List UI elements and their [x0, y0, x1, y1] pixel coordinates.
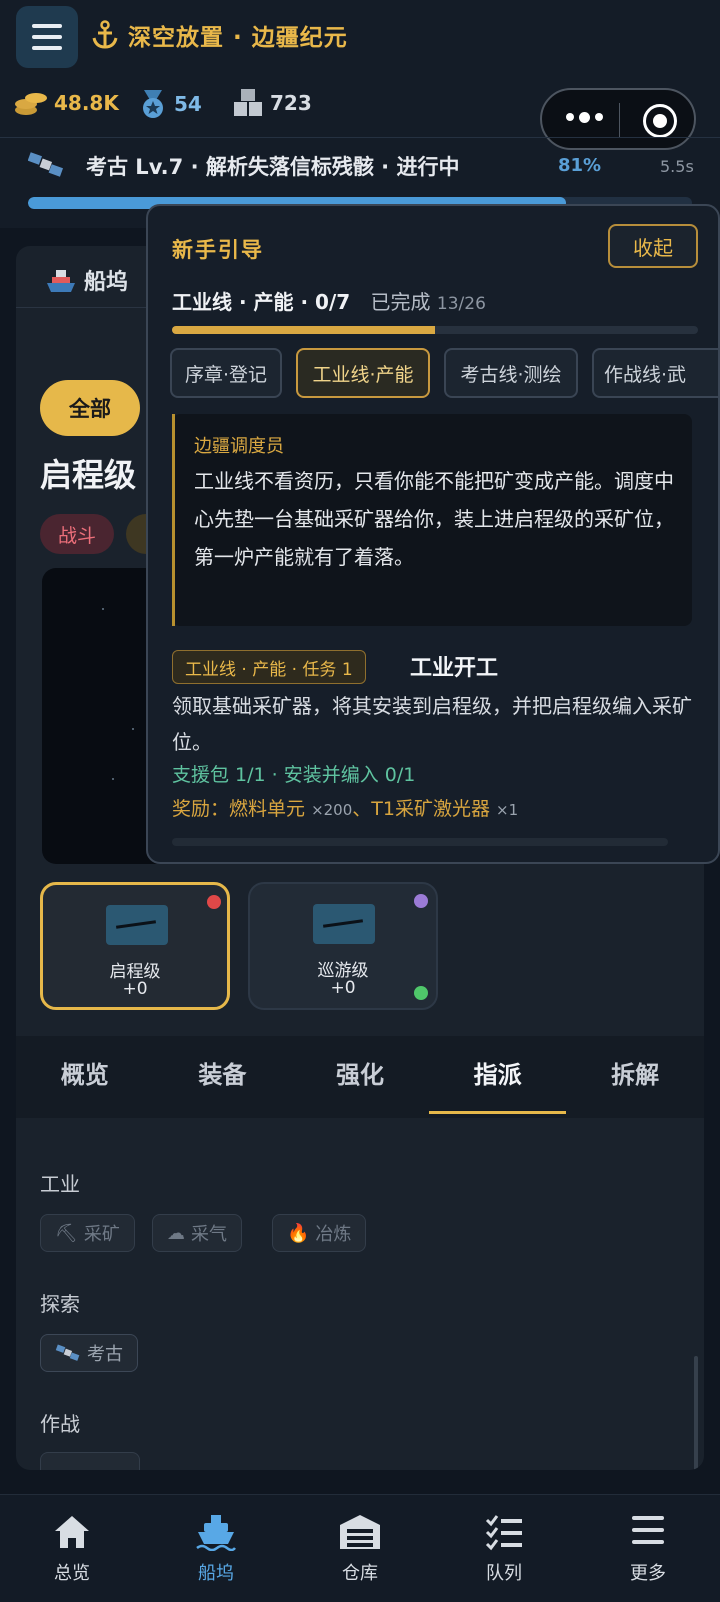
- chip-combat[interactable]: [40, 1452, 140, 1470]
- crates-resource: 723: [232, 88, 312, 118]
- nav-warehouse[interactable]: 仓库: [288, 1495, 432, 1602]
- status-dot: [414, 986, 428, 1000]
- guide-tab-prologue[interactable]: 序章·登记: [170, 348, 282, 398]
- quest-description: 领取基础采矿器，将其安装到启程级，并把启程级编入采矿位。: [172, 694, 692, 754]
- anchor-icon: [92, 20, 118, 49]
- guide-tab-combat[interactable]: 作战线·武: [592, 348, 718, 398]
- medal-resource: 54: [138, 88, 202, 120]
- coins-resource: 48.8K: [14, 88, 119, 118]
- dock-title: 船坞: [84, 270, 129, 295]
- task-time: 5.5s: [660, 157, 694, 176]
- ship-card-xunyou[interactable]: 巡游级 +0: [248, 882, 438, 1010]
- section-combat-label: 作战: [40, 1412, 80, 1436]
- medal-value: 54: [174, 92, 202, 116]
- guide-line-status: 工业线 · 产能 · 0/7 已完成 13/26: [172, 286, 486, 315]
- filter-all-button[interactable]: 全部: [40, 380, 140, 436]
- home-icon: [55, 1516, 89, 1548]
- nav-dock[interactable]: 船坞: [144, 1495, 288, 1602]
- guide-title: 新手引导: [172, 238, 264, 262]
- fire-icon: 🔥: [287, 1222, 310, 1244]
- crates-value: 723: [270, 91, 312, 115]
- coins-value: 48.8K: [54, 91, 119, 115]
- nav-overview[interactable]: 总览: [0, 1495, 144, 1602]
- menu-button[interactable]: [16, 6, 78, 68]
- collapse-button[interactable]: 收起: [608, 224, 698, 268]
- ship-card-level: +0: [122, 979, 148, 999]
- guide-tab-industry[interactable]: 工业线·产能: [296, 348, 430, 398]
- more-icon: [632, 1516, 664, 1544]
- cloud-icon: ☁: [167, 1222, 185, 1244]
- queue-icon: [485, 1515, 522, 1551]
- guide-progress-bar: [172, 326, 698, 334]
- guide-tab-archaeology[interactable]: 考古线·测绘: [444, 348, 578, 398]
- chip-archaeology[interactable]: 考古: [40, 1334, 138, 1372]
- battle-tag: 战斗: [40, 514, 114, 554]
- ship-card-level: +0: [330, 978, 356, 998]
- guide-line-name: 工业线 · 产能 · 0/7: [172, 290, 351, 314]
- ship-icon: [47, 270, 75, 292]
- coins-icon: [15, 93, 47, 115]
- scrollbar[interactable]: [694, 1356, 698, 1470]
- app-title: 深空放置 · 边疆纪元: [128, 25, 348, 51]
- crates-icon: [234, 89, 262, 116]
- quest-progress: 支援包 1/1 · 安装并编入 0/1: [172, 764, 416, 786]
- nav-queue[interactable]: 队列: [432, 1495, 576, 1602]
- star: [132, 728, 134, 730]
- quest-reward: 奖励：燃料单元 ×200、T1采矿激光器 ×1: [172, 798, 519, 820]
- guide-footer-bar: [172, 838, 668, 846]
- quest-title: 工业开工: [410, 656, 499, 681]
- status-dot: [414, 894, 428, 908]
- chip-gas[interactable]: ☁ 采气: [152, 1214, 242, 1252]
- bottom-navigation: 总览 船坞 仓库 队列 更多: [0, 1494, 720, 1602]
- tab-equipment[interactable]: 装备: [154, 1036, 292, 1118]
- section-industry-label: 工业: [40, 1172, 80, 1196]
- nav-more[interactable]: 更多: [576, 1495, 720, 1602]
- task-percent: 81%: [558, 155, 602, 176]
- current-task-label: 考古 Lv.7 · 解析失落信标残骸 · 进行中: [86, 155, 460, 179]
- done-label: 已完成: [370, 290, 431, 314]
- ship-detail-tabs: 概览 装备 强化 指派 拆解: [16, 1036, 704, 1118]
- satellite-icon: [55, 1344, 80, 1361]
- tab-dismantle[interactable]: 拆解: [566, 1036, 704, 1118]
- status-dot: [207, 895, 221, 909]
- pickaxe-icon: ⛏: [55, 1222, 78, 1244]
- ship-thumbnail: [106, 905, 168, 945]
- section-explore-label: 探索: [40, 1292, 80, 1316]
- speaker-name: 边疆调度员: [194, 436, 284, 457]
- message-text: 工业线不看资历，只看你能不能把矿变成产能。调度中心先垫一台基础采矿器给你，装上进…: [194, 469, 674, 569]
- selected-ship-name: 启程级: [40, 456, 137, 494]
- tab-assign[interactable]: 指派: [428, 1036, 567, 1118]
- top-bar: 深空放置 · 边疆纪元 48.8K 54 723 考古 Lv.7 · 解析失落信…: [0, 0, 720, 228]
- tab-overview[interactable]: 概览: [16, 1036, 154, 1118]
- star: [112, 778, 114, 780]
- dock-ship-icon: [196, 1515, 236, 1551]
- done-count: 13/26: [436, 294, 486, 314]
- more-dots-icon[interactable]: [566, 111, 603, 123]
- medal-icon: [143, 90, 163, 118]
- close-target-icon[interactable]: [643, 104, 677, 138]
- tab-upgrade[interactable]: 强化: [291, 1036, 429, 1118]
- beginner-guide-panel: 新手引导 收起 工业线 · 产能 · 0/7 已完成 13/26 序章·登记 工…: [146, 204, 720, 864]
- ship-thumbnail: [313, 904, 375, 944]
- dispatcher-message: 边疆调度员 工业线不看资历，只看你能不能把矿变成产能。调度中心先垫一台基础采矿器…: [172, 414, 692, 626]
- ship-card-qicheng[interactable]: 启程级 +0: [40, 882, 230, 1010]
- quest-tag: 工业线 · 产能 · 任务 1: [172, 650, 366, 684]
- mini-program-capsule: [540, 88, 696, 150]
- warehouse-icon: [340, 1515, 380, 1549]
- guide-progress-fill: [172, 326, 435, 334]
- chip-mining[interactable]: ⛏ 采矿: [40, 1214, 135, 1252]
- hamburger-icon: [32, 24, 62, 28]
- star: [102, 608, 104, 610]
- chip-smelting[interactable]: 🔥 冶炼: [272, 1214, 367, 1252]
- satellite-icon: [28, 152, 64, 177]
